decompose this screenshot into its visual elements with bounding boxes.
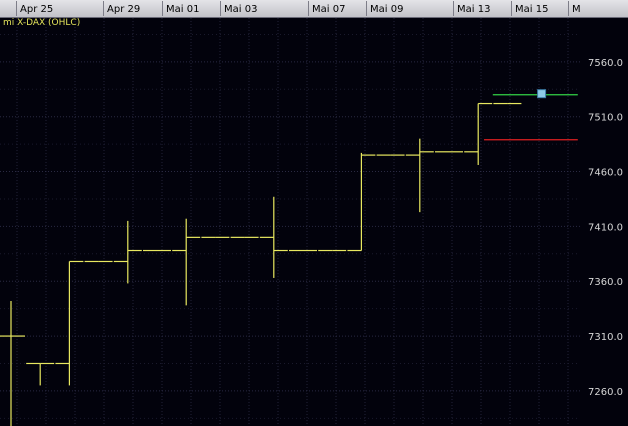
ohlc-bar <box>113 220 142 284</box>
y-tick-label: 7510.0 <box>588 113 623 124</box>
ohlc-bar <box>405 138 434 213</box>
y-tick-label: 7260.0 <box>588 387 623 398</box>
chart-window: Apr 25 Apr 29 Mai 01 Mai 03 Mai 07 Mai 0… <box>0 0 628 426</box>
y-tick-label: 7360.0 <box>588 277 623 288</box>
ohlc-bar <box>347 152 376 252</box>
ohlc-chart: 7560.0 7510.0 7460.0 7410.0 7360.0 7310.0 7260… <box>0 18 623 426</box>
ohlc-bar <box>464 102 493 165</box>
ohlc-bar <box>55 260 84 386</box>
y-tick-label: 7560.0 <box>588 58 623 69</box>
price-marker <box>537 89 547 99</box>
ohlc-bar <box>172 218 201 306</box>
ohlc-bar <box>26 362 55 386</box>
series-label: mi X-DAX (OHLC) <box>3 18 81 28</box>
y-tick-label: 7410.0 <box>588 222 623 233</box>
y-tick-label: 7310.0 <box>588 332 623 343</box>
ohlc-bar <box>259 196 288 278</box>
y-tick-label: 7460.0 <box>588 168 623 179</box>
